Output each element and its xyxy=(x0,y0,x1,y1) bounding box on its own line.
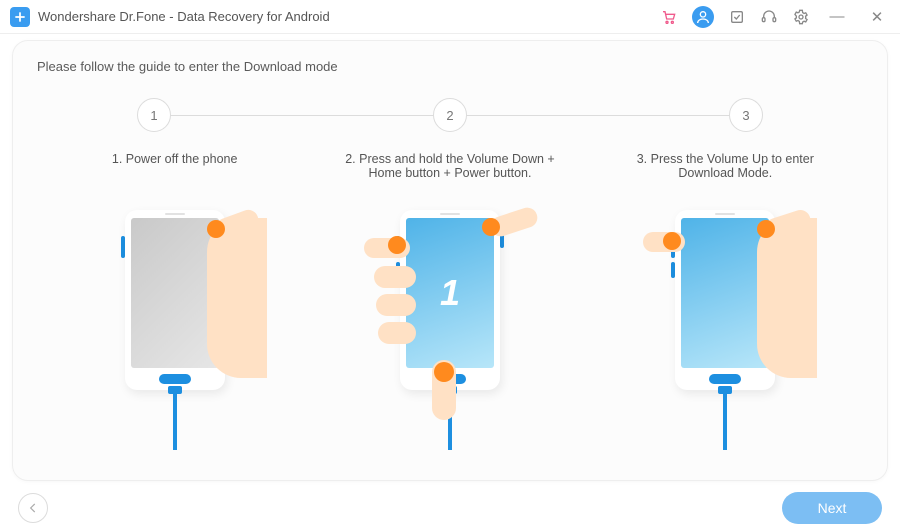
page-subtitle: Please follow the guide to enter the Dow… xyxy=(37,59,863,74)
support-icon[interactable] xyxy=(760,8,778,26)
close-button[interactable]: ✕ xyxy=(864,8,890,26)
app-logo xyxy=(10,7,30,27)
step-3-illustration xyxy=(645,210,805,450)
feedback-icon[interactable] xyxy=(728,8,746,26)
step-2-caption: 2. Press and hold the Volume Down + Home… xyxy=(335,152,565,202)
titlebar: Wondershare Dr.Fone - Data Recovery for … xyxy=(0,0,900,34)
steps-row: 1. Power off the phone 2. Press and hold… xyxy=(37,152,863,450)
minimize-button[interactable]: — xyxy=(824,8,850,25)
hand-icon xyxy=(207,218,267,378)
phone-screen-on xyxy=(681,218,769,368)
phone-screen-off xyxy=(131,218,219,368)
stepper: 1 2 3 xyxy=(137,98,763,138)
account-icon[interactable] xyxy=(692,6,714,28)
step-1-illustration xyxy=(95,210,255,450)
step-1-caption: 1. Power off the phone xyxy=(104,152,246,202)
phone-screen-on: 1 xyxy=(406,218,494,368)
next-button[interactable]: Next xyxy=(782,492,882,524)
screen-number: 1 xyxy=(440,272,460,314)
cart-icon[interactable] xyxy=(660,8,678,26)
step-2-illustration: 1 xyxy=(370,210,530,450)
step-3-caption: 3. Press the Volume Up to enter Download… xyxy=(610,152,840,202)
stepper-dot-2: 2 xyxy=(433,98,467,132)
step-2: 2. Press and hold the Volume Down + Home… xyxy=(335,152,565,450)
stepper-dot-3: 3 xyxy=(729,98,763,132)
stepper-dot-1: 1 xyxy=(137,98,171,132)
footer: Next xyxy=(0,485,900,531)
back-button[interactable] xyxy=(18,493,48,523)
step-3: 3. Press the Volume Up to enter Download… xyxy=(610,152,840,450)
settings-icon[interactable] xyxy=(792,8,810,26)
titlebar-icons: — ✕ xyxy=(660,6,890,28)
step-1: 1. Power off the phone xyxy=(60,152,290,450)
content-card: Please follow the guide to enter the Dow… xyxy=(12,40,888,481)
fingertip-icon xyxy=(207,220,225,238)
hand-icon xyxy=(757,218,817,378)
window-title: Wondershare Dr.Fone - Data Recovery for … xyxy=(38,9,330,24)
